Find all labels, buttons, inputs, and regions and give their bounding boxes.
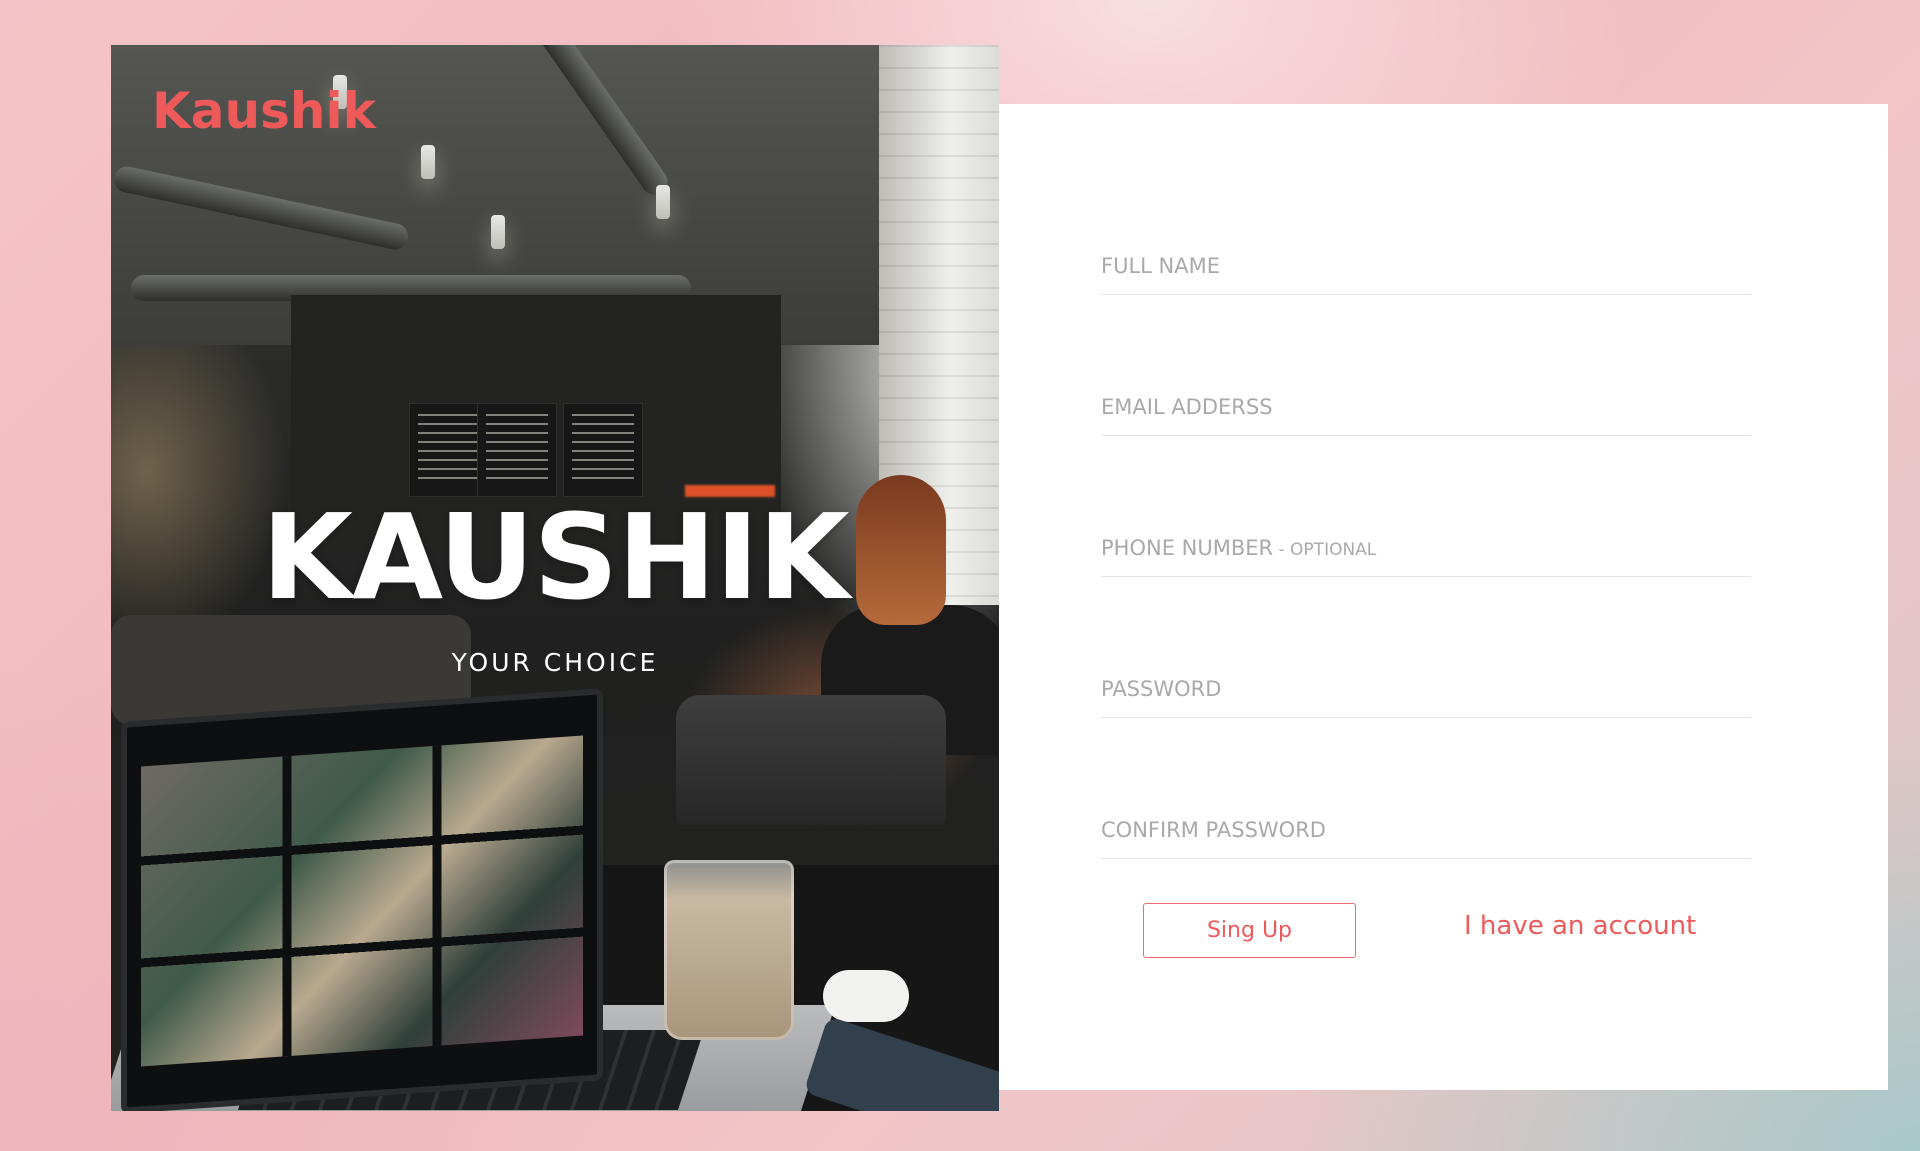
- signup-form-card: FULL NAME EMAIL ADDERSS PHONE NUMBER - O…: [999, 104, 1888, 1090]
- photo-laptop-screen: [121, 688, 603, 1111]
- photo-menu-board: [477, 403, 557, 497]
- have-account-link[interactable]: I have an account: [1464, 911, 1696, 941]
- hero-title: KAUSHIK: [261, 488, 849, 626]
- phone-number-field[interactable]: PHONE NUMBER - OPTIONAL: [1101, 528, 1751, 577]
- email-field[interactable]: EMAIL ADDERSS: [1101, 387, 1751, 436]
- confirm-password-field[interactable]: CONFIRM PASSWORD: [1101, 810, 1751, 859]
- full-name-field[interactable]: FULL NAME: [1101, 246, 1751, 295]
- brand-logo: Kaushik: [152, 82, 376, 140]
- photo-light: [421, 145, 435, 179]
- photo-earbuds-case: [823, 970, 909, 1022]
- photo-menu-board: [563, 403, 643, 497]
- photo-light: [491, 215, 505, 249]
- hero-subtitle: YOUR CHOICE: [451, 648, 659, 677]
- photo-light: [656, 185, 670, 219]
- sign-up-button[interactable]: Sing Up: [1143, 903, 1356, 958]
- photo-chair: [676, 695, 946, 825]
- password-field[interactable]: PASSWORD: [1101, 669, 1751, 718]
- photo-iced-coffee: [664, 860, 794, 1040]
